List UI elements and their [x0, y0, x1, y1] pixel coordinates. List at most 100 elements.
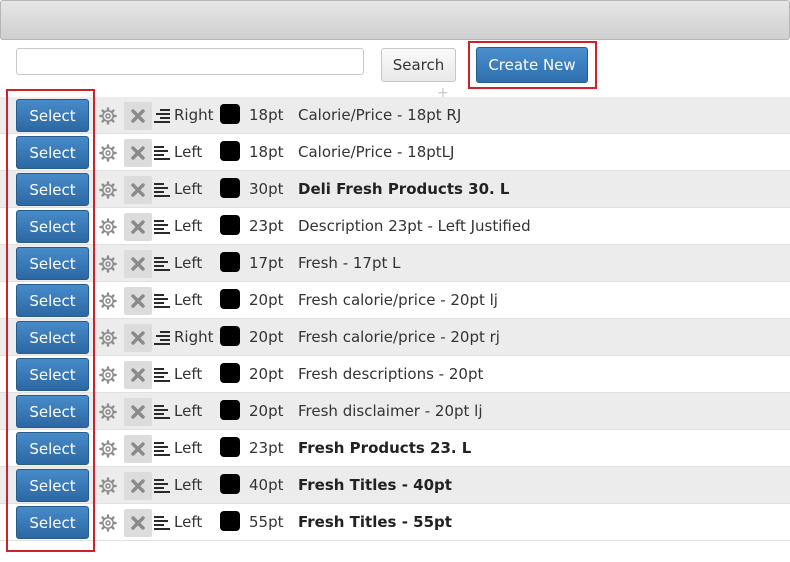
color-swatch[interactable]: [220, 178, 240, 198]
search-input[interactable]: [16, 48, 364, 75]
font-size-label: 40pt: [249, 476, 284, 494]
top-bar: [0, 0, 790, 40]
color-swatch[interactable]: [220, 141, 240, 161]
gear-icon[interactable]: [98, 291, 118, 311]
gear-icon[interactable]: [98, 513, 118, 533]
align-left-icon: [154, 441, 170, 456]
style-row: Select: [0, 97, 790, 134]
font-size-label: 20pt: [249, 328, 284, 346]
style-row: Select: [0, 134, 790, 171]
select-button[interactable]: Select: [16, 321, 89, 354]
delete-icon[interactable]: [124, 398, 152, 426]
select-button[interactable]: Select: [16, 358, 89, 391]
align-right-icon: [154, 330, 170, 345]
alignment-label: Left: [174, 513, 203, 531]
alignment-label: Left: [174, 439, 203, 457]
align-left-icon: [154, 404, 170, 419]
delete-icon[interactable]: [124, 435, 152, 463]
style-name: Fresh calorie/price - 20pt rj: [298, 328, 500, 346]
style-row: Select: [0, 282, 790, 319]
style-name: Fresh Products 23. L: [298, 439, 472, 457]
create-new-button[interactable]: Create New: [476, 47, 588, 83]
select-button[interactable]: Select: [16, 99, 89, 132]
style-name: Calorie/Price - 18ptLJ: [298, 143, 455, 161]
align-left-icon: [154, 367, 170, 382]
color-swatch[interactable]: [220, 363, 240, 383]
select-button[interactable]: Select: [16, 395, 89, 428]
font-size-label: 30pt: [249, 180, 284, 198]
select-button[interactable]: Select: [16, 432, 89, 465]
font-size-label: 23pt: [249, 439, 284, 457]
color-swatch[interactable]: [220, 252, 240, 272]
color-swatch[interactable]: [220, 215, 240, 235]
align-left-icon: [154, 515, 170, 530]
gear-icon[interactable]: [98, 180, 118, 200]
delete-icon[interactable]: [124, 287, 152, 315]
style-name: Calorie/Price - 18pt RJ: [298, 106, 462, 124]
select-button[interactable]: Select: [16, 136, 89, 169]
gear-icon[interactable]: [98, 365, 118, 385]
gear-icon[interactable]: [98, 254, 118, 274]
gear-icon[interactable]: [98, 476, 118, 496]
align-left-icon: [154, 256, 170, 271]
align-left-icon: [154, 478, 170, 493]
alignment-label: Left: [174, 291, 203, 309]
search-button[interactable]: Search: [381, 48, 456, 82]
delete-icon[interactable]: [124, 472, 152, 500]
select-button[interactable]: Select: [16, 173, 89, 206]
delete-icon[interactable]: [124, 509, 152, 537]
style-row: Select: [0, 245, 790, 282]
select-button[interactable]: Select: [16, 469, 89, 502]
delete-icon[interactable]: [124, 324, 152, 352]
select-button[interactable]: Select: [16, 284, 89, 317]
font-size-label: 55pt: [249, 513, 284, 531]
select-button[interactable]: Select: [16, 247, 89, 280]
style-row: Select: [0, 393, 790, 430]
delete-icon[interactable]: [124, 213, 152, 241]
alignment-label: Left: [174, 143, 203, 161]
font-size-label: 17pt: [249, 254, 284, 272]
gear-icon[interactable]: [98, 328, 118, 348]
font-size-label: 20pt: [249, 291, 284, 309]
delete-icon[interactable]: [124, 176, 152, 204]
color-swatch[interactable]: [220, 400, 240, 420]
gear-icon[interactable]: [98, 402, 118, 422]
style-row: Select: [0, 430, 790, 467]
delete-icon[interactable]: [124, 102, 152, 130]
style-name: Fresh descriptions - 20pt: [298, 365, 484, 383]
align-left-icon: [154, 182, 170, 197]
delete-icon[interactable]: [124, 139, 152, 167]
alignment-label: Left: [174, 180, 203, 198]
style-name: Fresh Titles - 40pt: [298, 476, 452, 494]
delete-icon[interactable]: [124, 361, 152, 389]
gear-icon[interactable]: [98, 106, 118, 126]
style-name: Fresh calorie/price - 20pt lj: [298, 291, 498, 309]
color-swatch[interactable]: [220, 437, 240, 457]
color-swatch[interactable]: [220, 289, 240, 309]
style-name: Description 23pt - Left Justified: [298, 217, 531, 235]
gear-icon[interactable]: [98, 143, 118, 163]
align-left-icon: [154, 219, 170, 234]
font-size-label: 18pt: [249, 143, 284, 161]
alignment-label: Left: [174, 365, 203, 383]
align-left-icon: [154, 145, 170, 160]
alignment-label: Left: [174, 254, 203, 272]
alignment-label: Right: [174, 106, 214, 124]
font-size-label: 18pt: [249, 106, 284, 124]
color-swatch[interactable]: [220, 326, 240, 346]
font-size-label: 20pt: [249, 402, 284, 420]
gear-icon[interactable]: [98, 439, 118, 459]
align-left-icon: [154, 293, 170, 308]
style-name: Deli Fresh Products 30. L: [298, 180, 510, 198]
delete-icon[interactable]: [124, 250, 152, 278]
alignment-label: Right: [174, 328, 214, 346]
color-swatch[interactable]: [220, 474, 240, 494]
align-right-icon: [154, 108, 170, 123]
style-name: Fresh Titles - 55pt: [298, 513, 452, 531]
select-button[interactable]: Select: [16, 210, 89, 243]
gear-icon[interactable]: [98, 217, 118, 237]
style-row: Select: [0, 467, 790, 504]
color-swatch[interactable]: [220, 104, 240, 124]
select-button[interactable]: Select: [16, 506, 89, 539]
color-swatch[interactable]: [220, 511, 240, 531]
